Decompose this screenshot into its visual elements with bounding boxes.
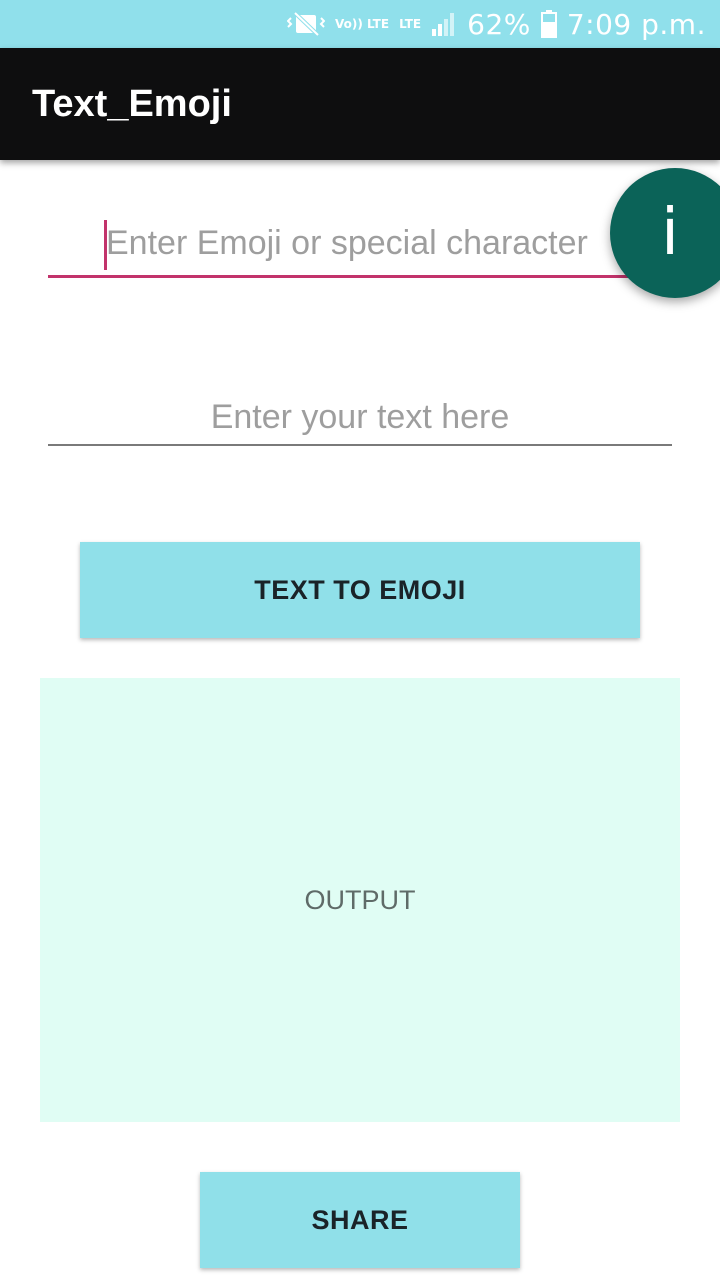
text-input-container xyxy=(48,390,672,446)
vibrate-mute-icon xyxy=(287,11,325,37)
output-area: OUTPUT xyxy=(40,678,680,1122)
app-bar: Text_Emoji xyxy=(0,48,720,160)
screen: Vo)) LTE LTE 62% 7:09 p.m. Text_Emoji En… xyxy=(0,0,720,1280)
info-icon: i xyxy=(661,196,679,270)
text-to-emoji-button[interactable]: TEXT TO EMOJI xyxy=(80,542,640,638)
battery-icon xyxy=(540,10,557,38)
app-title: Text_Emoji xyxy=(32,82,232,125)
text-input[interactable] xyxy=(48,390,672,444)
info-fab-button[interactable]: i xyxy=(610,168,720,298)
share-button[interactable]: SHARE xyxy=(200,1172,520,1268)
lte-indicator: LTE xyxy=(399,16,422,31)
volte-indicator: Vo)) LTE xyxy=(335,16,390,31)
battery-percent: 62% xyxy=(467,7,531,41)
emoji-input[interactable] xyxy=(48,212,672,275)
output-text: OUTPUT xyxy=(304,884,416,915)
signal-icon xyxy=(431,11,457,37)
status-bar: Vo)) LTE LTE 62% 7:09 p.m. xyxy=(0,0,720,48)
text-cursor xyxy=(104,220,107,270)
emoji-input-container xyxy=(48,212,672,278)
clock: 7:09 p.m. xyxy=(566,7,706,41)
